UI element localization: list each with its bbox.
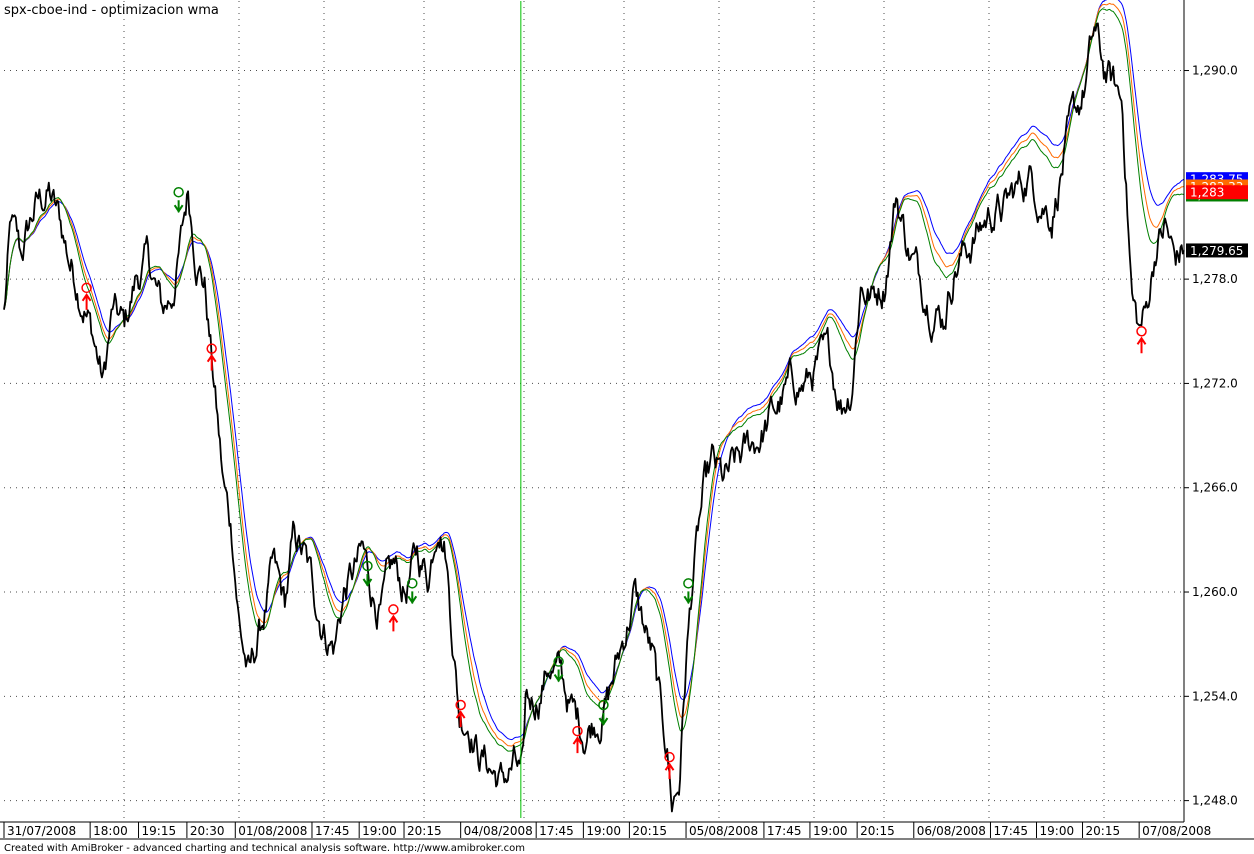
x-tick-label: 20:30 (190, 824, 225, 838)
x-tick-label: 20:15 (407, 824, 442, 838)
x-tick-label: 07/08/2008 (1142, 824, 1211, 838)
x-tick-label: 17:45 (315, 824, 350, 838)
y-tick-label: 1,266.0 (1192, 481, 1238, 495)
x-tick-label: 19:00 (813, 824, 848, 838)
y-tick-label: 1,254.0 (1192, 689, 1238, 703)
x-tick-label: 01/08/2008 (238, 824, 307, 838)
price-tag-label: 1,279.65 (1190, 244, 1243, 258)
x-tick-label: 17:45 (539, 824, 574, 838)
y-tick-label: 1,260.0 (1192, 585, 1238, 599)
x-tick-label: 05/08/2008 (689, 824, 758, 838)
x-tick-label: 31/07/2008 (7, 824, 76, 838)
x-tick-label: 19:00 (586, 824, 621, 838)
x-tick-label: 17:45 (993, 824, 1028, 838)
x-tick-label: 04/08/2008 (464, 824, 533, 838)
y-tick-label: 1,290.0 (1192, 64, 1238, 78)
price-tag-label: 1,283 (1190, 186, 1224, 200)
x-tick-label: 20:15 (632, 824, 667, 838)
chart-title: spx-cboe-ind - optimizacion wma (4, 3, 219, 18)
x-tick-label: 06/08/2008 (917, 824, 986, 838)
price-tag-3: 1,283 (1186, 185, 1248, 200)
x-tick-label: 19:00 (362, 824, 397, 838)
chart-root: 1,248.0 1,254.0 1,260.0 1,266.0 1,272.0 1,278… (0, 0, 1254, 854)
y-tick-label: 1,272.0 (1192, 376, 1238, 390)
y-tick-label: 1,278.0 (1192, 272, 1238, 286)
x-tick-label: 18:00 (93, 824, 128, 838)
x-tick-label: 20:15 (1086, 824, 1121, 838)
x-tick-label: 20:15 (860, 824, 895, 838)
x-tick-label: 19:00 (1040, 824, 1075, 838)
x-tick-label: 19:15 (142, 824, 177, 838)
y-tick-label: 1,248.0 (1192, 794, 1238, 808)
x-tick-label: 17:45 (767, 824, 802, 838)
price-tag-4: 1,279.65 (1186, 243, 1248, 258)
footer-text: Created with AmiBroker - advanced charti… (4, 843, 525, 854)
